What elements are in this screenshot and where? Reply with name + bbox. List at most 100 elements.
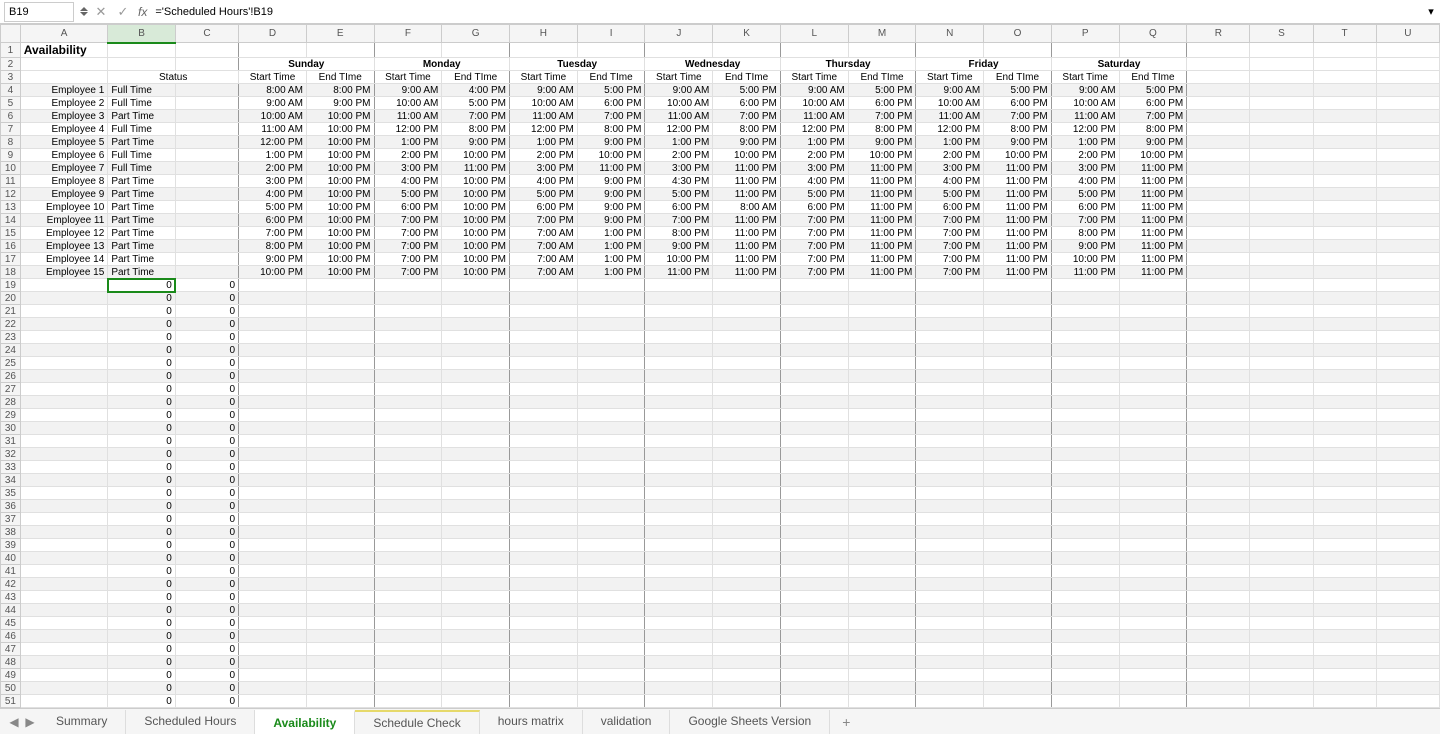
cell-P8[interactable]: 1:00 PM <box>1051 136 1119 149</box>
cell-D27[interactable] <box>239 383 307 396</box>
cell-U22[interactable] <box>1376 318 1439 331</box>
cell-P12[interactable]: 5:00 PM <box>1051 188 1119 201</box>
cell-K41[interactable] <box>713 565 781 578</box>
cell-J5[interactable]: 10:00 AM <box>645 97 713 110</box>
cell-C48[interactable]: 0 <box>175 656 238 669</box>
cell-T3[interactable] <box>1313 71 1376 84</box>
cell-J30[interactable] <box>645 422 713 435</box>
cell-T44[interactable] <box>1313 604 1376 617</box>
cell-G34[interactable] <box>442 474 510 487</box>
row-header-32[interactable]: 32 <box>1 448 21 461</box>
cell-I14[interactable]: 9:00 PM <box>577 214 645 227</box>
cell-D40[interactable] <box>239 552 307 565</box>
cell-A15[interactable]: Employee 12 <box>20 227 108 240</box>
cell-U1[interactable] <box>1376 43 1439 58</box>
cell-J33[interactable] <box>645 461 713 474</box>
cell-E32[interactable] <box>306 448 374 461</box>
cell-L44[interactable] <box>780 604 848 617</box>
cell-Q50[interactable] <box>1119 682 1187 695</box>
cell-Q40[interactable] <box>1119 552 1187 565</box>
cell-I49[interactable] <box>577 669 645 682</box>
cell-K18[interactable]: 11:00 PM <box>713 266 781 279</box>
cell-K25[interactable] <box>713 357 781 370</box>
cell-D46[interactable] <box>239 630 307 643</box>
cell-O46[interactable] <box>984 630 1052 643</box>
cell-H2[interactable]: Tuesday <box>509 58 644 71</box>
cell-J2[interactable]: Wednesday <box>645 58 780 71</box>
cell-I22[interactable] <box>577 318 645 331</box>
cell-S42[interactable] <box>1250 578 1313 591</box>
cell-C26[interactable]: 0 <box>175 370 238 383</box>
cell-G1[interactable] <box>442 43 510 58</box>
cell-J42[interactable] <box>645 578 713 591</box>
cell-A48[interactable] <box>20 656 108 669</box>
cell-N38[interactable] <box>916 526 984 539</box>
cell-N25[interactable] <box>916 357 984 370</box>
cell-P15[interactable]: 8:00 PM <box>1051 227 1119 240</box>
cell-T37[interactable] <box>1313 513 1376 526</box>
cell-T49[interactable] <box>1313 669 1376 682</box>
cell-U35[interactable] <box>1376 487 1439 500</box>
cell-D22[interactable] <box>239 318 307 331</box>
cell-A50[interactable] <box>20 682 108 695</box>
cell-E22[interactable] <box>306 318 374 331</box>
cell-J14[interactable]: 7:00 PM <box>645 214 713 227</box>
cell-R31[interactable] <box>1187 435 1250 448</box>
cell-B45[interactable]: 0 <box>108 617 176 630</box>
cell-T35[interactable] <box>1313 487 1376 500</box>
cell-N20[interactable] <box>916 292 984 305</box>
cell-B16[interactable]: Part Time <box>108 240 176 253</box>
cell-T20[interactable] <box>1313 292 1376 305</box>
cell-H31[interactable] <box>509 435 577 448</box>
cell-R29[interactable] <box>1187 409 1250 422</box>
cell-D24[interactable] <box>239 344 307 357</box>
cell-E6[interactable]: 10:00 PM <box>306 110 374 123</box>
cell-S39[interactable] <box>1250 539 1313 552</box>
cell-E31[interactable] <box>306 435 374 448</box>
cell-R14[interactable] <box>1187 214 1250 227</box>
cell-H19[interactable] <box>509 279 577 292</box>
cell-G7[interactable]: 8:00 PM <box>442 123 510 136</box>
cell-B2[interactable] <box>108 58 176 71</box>
cell-A6[interactable]: Employee 3 <box>20 110 108 123</box>
cell-T19[interactable] <box>1313 279 1376 292</box>
cell-Q18[interactable]: 11:00 PM <box>1119 266 1187 279</box>
row-header-16[interactable]: 16 <box>1 240 21 253</box>
row-header-44[interactable]: 44 <box>1 604 21 617</box>
cell-U7[interactable] <box>1376 123 1439 136</box>
cell-R26[interactable] <box>1187 370 1250 383</box>
cell-K37[interactable] <box>713 513 781 526</box>
cell-T6[interactable] <box>1313 110 1376 123</box>
cell-E46[interactable] <box>306 630 374 643</box>
cell-C23[interactable]: 0 <box>175 331 238 344</box>
cell-Q31[interactable] <box>1119 435 1187 448</box>
cell-L41[interactable] <box>780 565 848 578</box>
cell-O12[interactable]: 11:00 PM <box>984 188 1052 201</box>
cell-E23[interactable] <box>306 331 374 344</box>
cell-R41[interactable] <box>1187 565 1250 578</box>
cell-R42[interactable] <box>1187 578 1250 591</box>
cell-L45[interactable] <box>780 617 848 630</box>
cell-G18[interactable]: 10:00 PM <box>442 266 510 279</box>
cell-G41[interactable] <box>442 565 510 578</box>
row-header-30[interactable]: 30 <box>1 422 21 435</box>
cell-N14[interactable]: 7:00 PM <box>916 214 984 227</box>
cell-B43[interactable]: 0 <box>108 591 176 604</box>
cell-R19[interactable] <box>1187 279 1250 292</box>
cell-Q9[interactable]: 10:00 PM <box>1119 149 1187 162</box>
cell-I51[interactable] <box>577 695 645 708</box>
row-header-17[interactable]: 17 <box>1 253 21 266</box>
cell-L3[interactable]: Start Time <box>780 71 848 84</box>
cell-L4[interactable]: 9:00 AM <box>780 84 848 97</box>
cell-S23[interactable] <box>1250 331 1313 344</box>
cell-J36[interactable] <box>645 500 713 513</box>
cell-D4[interactable]: 8:00 AM <box>239 84 307 97</box>
cell-J39[interactable] <box>645 539 713 552</box>
cell-I44[interactable] <box>577 604 645 617</box>
cell-F46[interactable] <box>374 630 442 643</box>
cell-E37[interactable] <box>306 513 374 526</box>
cell-A37[interactable] <box>20 513 108 526</box>
cell-M45[interactable] <box>848 617 916 630</box>
cell-P31[interactable] <box>1051 435 1119 448</box>
cell-T27[interactable] <box>1313 383 1376 396</box>
